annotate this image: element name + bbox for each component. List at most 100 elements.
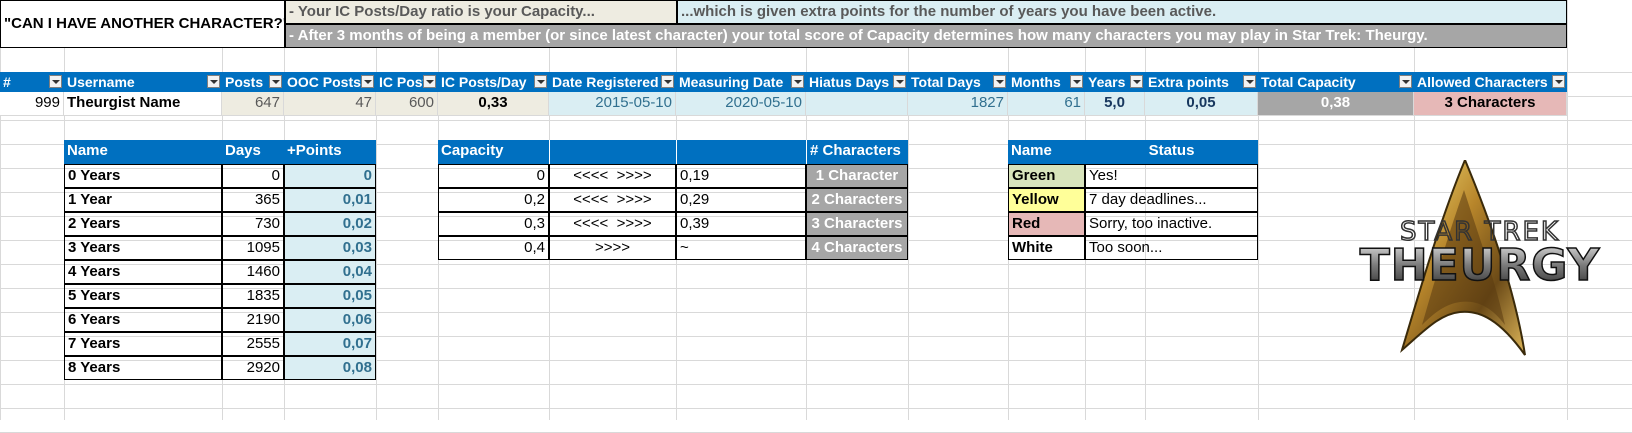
years-days-cell[interactable]: 365 <box>222 188 284 212</box>
capacity-from-cell[interactable]: 0,4 <box>438 236 549 260</box>
years-days-cell[interactable]: 1460 <box>222 260 284 284</box>
capacity-from-cell[interactable]: 0,2 <box>438 188 549 212</box>
capacity-arrows-cell: >>>> <box>549 236 676 260</box>
column-header-9[interactable]: Total Days <box>908 72 1008 92</box>
capacity-to-cell[interactable]: 0,39 <box>676 212 806 236</box>
main-cell-8[interactable] <box>806 92 908 116</box>
status-text-cell[interactable]: Too soon... <box>1085 236 1258 260</box>
years-points-cell[interactable]: 0,07 <box>284 332 376 356</box>
status-name-cell[interactable]: Red <box>1008 212 1085 236</box>
years-days-cell[interactable]: 2555 <box>222 332 284 356</box>
filter-dropdown-icon[interactable] <box>993 75 1006 88</box>
capacity-from-cell[interactable]: 0,3 <box>438 212 549 236</box>
years-days-cell[interactable]: 730 <box>222 212 284 236</box>
years-days-cell[interactable]: 2190 <box>222 308 284 332</box>
filter-dropdown-icon[interactable] <box>1243 75 1256 88</box>
filter-dropdown-icon[interactable] <box>269 75 282 88</box>
filter-dropdown-icon[interactable] <box>361 75 374 88</box>
capacity-to-cell[interactable]: 0,29 <box>676 188 806 212</box>
status-text-cell[interactable]: 7 day deadlines... <box>1085 188 1258 212</box>
main-cell-12[interactable]: 0,05 <box>1145 92 1258 116</box>
years-points-cell[interactable]: 0,04 <box>284 260 376 284</box>
filter-dropdown-icon[interactable] <box>534 75 547 88</box>
gridline-v <box>908 0 909 420</box>
capacity-header-2 <box>676 140 806 164</box>
main-cell-5[interactable]: 0,33 <box>438 92 549 116</box>
filter-dropdown-icon[interactable] <box>1399 75 1412 88</box>
filter-dropdown-icon[interactable] <box>207 75 220 88</box>
gridline-v <box>1258 0 1259 420</box>
filter-dropdown-icon[interactable] <box>661 75 674 88</box>
column-header-14[interactable]: Allowed Characters <box>1414 72 1567 92</box>
years-name-cell[interactable]: 4 Years <box>64 260 222 284</box>
status-header-status: Status <box>1085 140 1258 164</box>
years-name-cell[interactable]: 0 Years <box>64 164 222 188</box>
main-cell-4[interactable]: 600 <box>376 92 438 116</box>
years-days-cell[interactable]: 1835 <box>222 284 284 308</box>
status-text-cell[interactable]: Sorry, too inactive. <box>1085 212 1258 236</box>
main-cell-11[interactable]: 5,0 <box>1085 92 1145 116</box>
years-points-cell[interactable]: 0,01 <box>284 188 376 212</box>
filter-dropdown-icon[interactable] <box>1130 75 1143 88</box>
years-name-cell[interactable]: 7 Years <box>64 332 222 356</box>
column-header-6[interactable]: Date Registered <box>549 72 676 92</box>
years-points-cell[interactable]: 0,03 <box>284 236 376 260</box>
gridline-h <box>0 408 1632 409</box>
column-header-5[interactable]: IC Posts/Day <box>438 72 549 92</box>
main-cell-14[interactable]: 3 Characters <box>1414 92 1567 116</box>
filter-dropdown-icon[interactable] <box>893 75 906 88</box>
main-cell-1[interactable]: Theurgist Name <box>64 92 222 116</box>
main-cell-3[interactable]: 47 <box>284 92 376 116</box>
capacity-from-cell[interactable]: 0 <box>438 164 549 188</box>
column-header-10[interactable]: Months <box>1008 72 1085 92</box>
filter-dropdown-icon[interactable] <box>423 75 436 88</box>
filter-dropdown-icon[interactable] <box>1070 75 1083 88</box>
gridline-h <box>0 120 1632 121</box>
years-days-cell[interactable]: 2920 <box>222 356 284 380</box>
years-points-cell[interactable]: 0,02 <box>284 212 376 236</box>
years-name-cell[interactable]: 8 Years <box>64 356 222 380</box>
years-name-cell[interactable]: 2 Years <box>64 212 222 236</box>
status-name-cell[interactable]: Yellow <box>1008 188 1085 212</box>
status-name-cell[interactable]: Green <box>1008 164 1085 188</box>
main-cell-13[interactable]: 0,38 <box>1258 92 1414 116</box>
filter-dropdown-icon[interactable] <box>791 75 804 88</box>
main-cell-6[interactable]: 2015-05-10 <box>549 92 676 116</box>
column-header-7[interactable]: Measuring Date <box>676 72 806 92</box>
main-cell-10[interactable]: 61 <box>1008 92 1085 116</box>
column-header-13[interactable]: Total Capacity <box>1258 72 1414 92</box>
years-points-cell[interactable]: 0,08 <box>284 356 376 380</box>
main-cell-2[interactable]: 647 <box>222 92 284 116</box>
years-name-cell[interactable]: 5 Years <box>64 284 222 308</box>
capacity-to-cell[interactable]: ~ <box>676 236 806 260</box>
years-points-cell[interactable]: 0 <box>284 164 376 188</box>
column-header-2[interactable]: Posts <box>222 72 284 92</box>
years-points-cell[interactable]: 0,05 <box>284 284 376 308</box>
column-header-11[interactable]: Years <box>1085 72 1145 92</box>
status-text-cell[interactable]: Yes! <box>1085 164 1258 188</box>
main-cell-0[interactable]: 999 <box>0 92 64 116</box>
years-name-cell[interactable]: 6 Years <box>64 308 222 332</box>
column-header-3[interactable]: OOC Posts <box>284 72 376 92</box>
capacity-characters-cell[interactable]: 3 Characters <box>806 212 908 236</box>
filter-dropdown-icon[interactable] <box>1552 75 1565 88</box>
main-cell-7[interactable]: 2020-05-10 <box>676 92 806 116</box>
column-header-8[interactable]: Hiatus Days <box>806 72 908 92</box>
capacity-characters-cell[interactable]: 4 Characters <box>806 236 908 260</box>
capacity-characters-cell[interactable]: 2 Characters <box>806 188 908 212</box>
column-header-12[interactable]: Extra points <box>1145 72 1258 92</box>
years-name-cell[interactable]: 3 Years <box>64 236 222 260</box>
capacity-to-cell[interactable]: 0,19 <box>676 164 806 188</box>
column-header-0[interactable]: # <box>0 72 64 92</box>
years-points-cell[interactable]: 0,06 <box>284 308 376 332</box>
status-name-cell[interactable]: White <box>1008 236 1085 260</box>
column-header-4[interactable]: IC Post <box>376 72 438 92</box>
main-cell-9[interactable]: 1827 <box>908 92 1008 116</box>
gridline-h <box>0 384 1632 385</box>
years-days-cell[interactable]: 1095 <box>222 236 284 260</box>
filter-dropdown-icon[interactable] <box>49 75 62 88</box>
column-header-1[interactable]: Username <box>64 72 222 92</box>
capacity-characters-cell[interactable]: 1 Character <box>806 164 908 188</box>
years-name-cell[interactable]: 1 Year <box>64 188 222 212</box>
years-days-cell[interactable]: 0 <box>222 164 284 188</box>
